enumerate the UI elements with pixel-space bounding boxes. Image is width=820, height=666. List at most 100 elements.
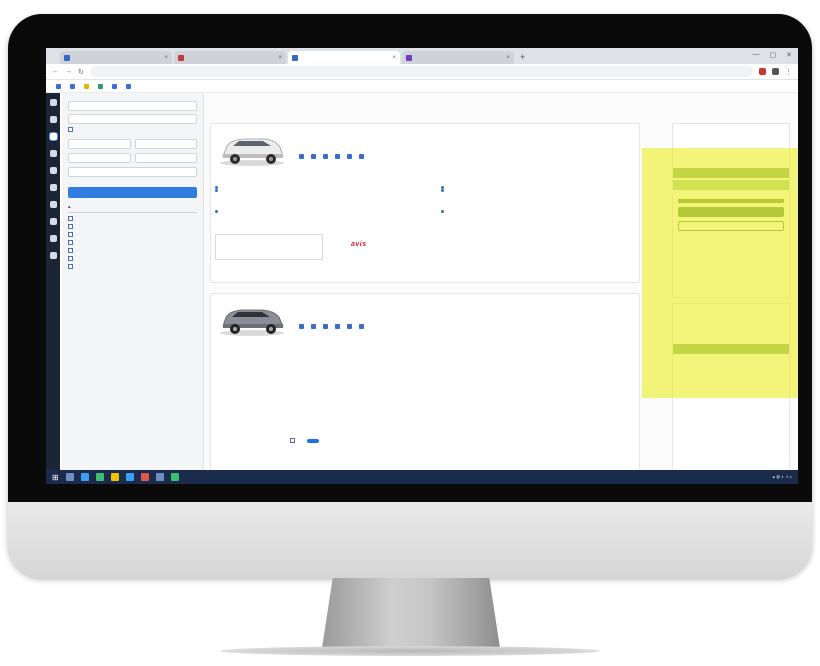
- window-controls: — ▢ ✕: [753, 51, 793, 59]
- bookmarks-bar: [46, 80, 798, 93]
- summary-row: [673, 332, 789, 336]
- close-tab-icon[interactable]: ×: [164, 55, 168, 61]
- browser-tab[interactable]: ×: [60, 51, 172, 64]
- filter-checkbox[interactable]: [68, 240, 197, 245]
- add-to-compare-button[interactable]: [678, 221, 784, 231]
- pickup-time-input[interactable]: [134, 139, 197, 149]
- close-window-icon[interactable]: ✕: [786, 51, 792, 59]
- help-icon[interactable]: [49, 252, 57, 259]
- bookmark-item[interactable]: [84, 83, 91, 89]
- browser-tab[interactable]: ×: [174, 51, 286, 64]
- pickup-date-input[interactable]: [68, 139, 131, 149]
- car-features: [299, 154, 364, 159]
- car-result-card: [210, 293, 640, 470]
- search-button[interactable]: [68, 187, 197, 198]
- return-date-input[interactable]: [68, 153, 131, 163]
- insurance-option[interactable]: [673, 168, 789, 178]
- total-row: [673, 192, 789, 196]
- new-tab-button[interactable]: +: [516, 51, 529, 64]
- reload-icon[interactable]: ↻: [78, 68, 84, 76]
- extras-item: [441, 189, 444, 192]
- checkbox-icon[interactable]: [290, 438, 295, 443]
- folder-icon[interactable]: [110, 473, 119, 481]
- system-tray: ▴ ◍ ◐ ◑ ◒: [772, 474, 792, 479]
- supplier-rating-box: [215, 234, 323, 260]
- included-item: [215, 189, 218, 192]
- browser-tab[interactable]: ×: [402, 51, 514, 64]
- url-field[interactable]: [89, 66, 753, 77]
- browser-tab-active[interactable]: ×: [288, 51, 400, 64]
- return-location-checkbox[interactable]: [68, 127, 197, 132]
- filter-checkbox[interactable]: [68, 224, 197, 229]
- close-tab-icon[interactable]: ×: [278, 55, 282, 61]
- bookmark-icon: [84, 83, 89, 89]
- chart-icon[interactable]: [49, 184, 57, 191]
- bookmark-item[interactable]: [56, 83, 63, 89]
- insurance-option[interactable]: [673, 344, 789, 354]
- browser-icon[interactable]: [125, 473, 134, 481]
- user-icon[interactable]: [49, 218, 57, 225]
- fuel-icon: [359, 324, 364, 329]
- app-icon[interactable]: [95, 473, 104, 481]
- extension-icon[interactable]: [759, 68, 766, 75]
- search-icon[interactable]: [49, 133, 57, 140]
- chevron-up-icon: ▴: [68, 204, 71, 210]
- feature-item: [335, 154, 340, 159]
- bookmark-item[interactable]: [126, 83, 133, 89]
- calendar-icon[interactable]: [49, 150, 57, 157]
- close-tab-icon[interactable]: ×: [506, 55, 510, 61]
- app-nav-rail: [46, 93, 60, 470]
- filter-checkbox[interactable]: [68, 232, 197, 237]
- favicon-icon: [178, 54, 184, 61]
- os-taskbar: ⊞ ▴ ◍ ◐ ◑ ◒: [46, 470, 798, 484]
- compare-button[interactable]: [307, 438, 319, 443]
- comparison-bar: [286, 436, 329, 445]
- bookmark-item[interactable]: [98, 83, 105, 89]
- bookmark-item[interactable]: [70, 83, 77, 89]
- summary-row: [673, 134, 789, 138]
- included-section: [215, 186, 218, 192]
- close-tab-icon[interactable]: ×: [392, 55, 396, 61]
- home-icon[interactable]: [49, 99, 57, 106]
- start-icon[interactable]: ⊞: [52, 473, 59, 482]
- app-icon[interactable]: [80, 473, 89, 481]
- book-button[interactable]: [678, 207, 784, 217]
- feature-item: [323, 324, 328, 329]
- filter-checkbox[interactable]: [68, 256, 197, 261]
- search-icon[interactable]: [65, 473, 74, 481]
- results-area: avis: [206, 93, 798, 470]
- menu-icon[interactable]: ⋮: [785, 68, 792, 76]
- doors-icon: [323, 324, 328, 329]
- monitor-stand-neck: [322, 578, 500, 648]
- selected-price-box: [678, 199, 784, 203]
- forward-icon[interactable]: →: [65, 68, 72, 75]
- message-icon[interactable]: [49, 201, 57, 208]
- car-features: [299, 324, 364, 329]
- minimize-icon[interactable]: —: [753, 51, 760, 59]
- return-time-input[interactable]: [134, 153, 197, 163]
- insurance-option[interactable]: [673, 180, 789, 190]
- fuel-icon: [359, 154, 364, 159]
- extension-icon[interactable]: [772, 68, 779, 75]
- deposit-section: [441, 210, 444, 213]
- filter-checkbox[interactable]: [68, 264, 197, 269]
- bullet-icon: [441, 210, 444, 213]
- filter-section-header[interactable]: ▴: [68, 204, 197, 213]
- document-icon[interactable]: [49, 167, 57, 174]
- filter-checkbox[interactable]: [68, 248, 197, 253]
- app-icon[interactable]: [140, 473, 149, 481]
- bookmark-item[interactable]: [112, 83, 119, 89]
- gear-icon[interactable]: [49, 235, 57, 242]
- back-icon[interactable]: ←: [52, 68, 59, 75]
- maximize-icon[interactable]: ▢: [770, 51, 777, 59]
- app-icon[interactable]: [170, 473, 179, 481]
- car-icon[interactable]: [49, 116, 57, 123]
- location-input-2[interactable]: [68, 114, 197, 124]
- filter-checkbox[interactable]: [68, 216, 197, 221]
- address-bar-row: ← → ↻ ⋮: [46, 64, 798, 80]
- location-input[interactable]: [68, 101, 197, 111]
- driver-age-select[interactable]: [68, 167, 197, 177]
- checkbox-icon: [68, 232, 73, 237]
- app-icon[interactable]: [155, 473, 164, 481]
- results-header: [206, 93, 798, 107]
